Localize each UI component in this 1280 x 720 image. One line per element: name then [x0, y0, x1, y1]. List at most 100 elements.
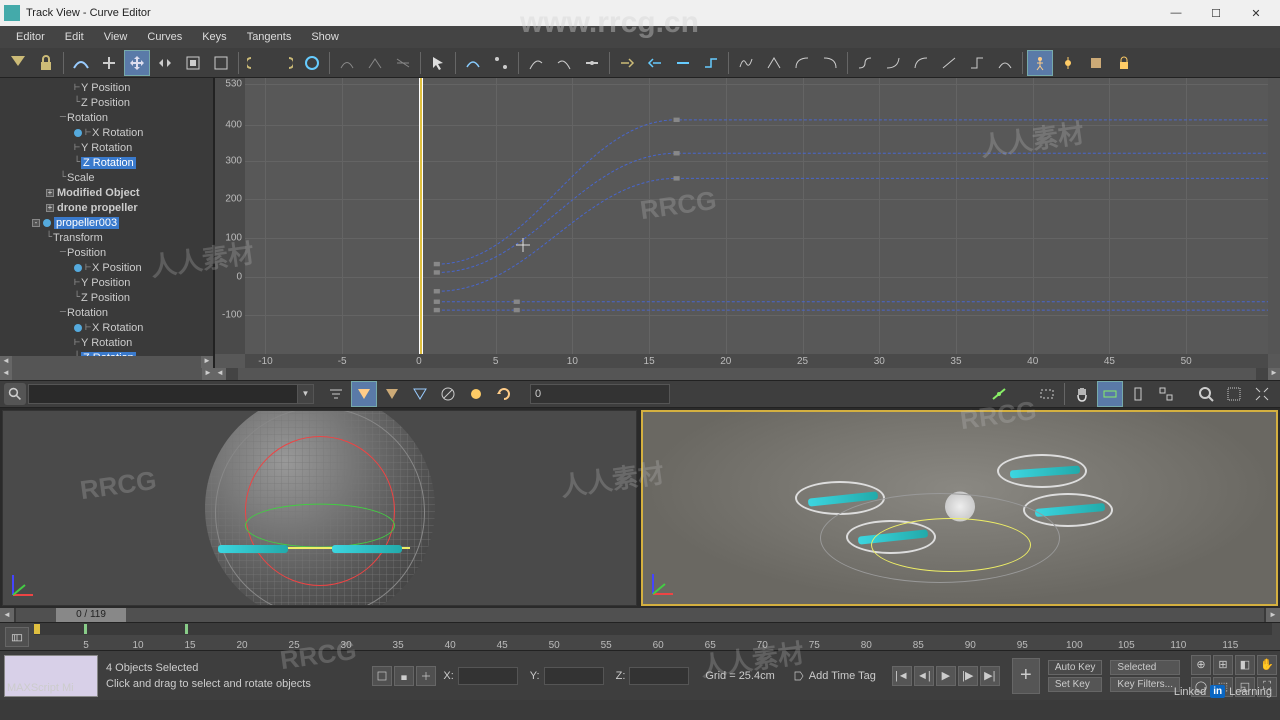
ease-in-icon[interactable]: [880, 50, 906, 76]
pan-icon[interactable]: [1069, 381, 1095, 407]
ease-linear-icon[interactable]: [936, 50, 962, 76]
move-keys-icon[interactable]: [124, 50, 150, 76]
graph-hscroll[interactable]: [238, 368, 1256, 380]
show-buffer-icon[interactable]: [299, 50, 325, 76]
set-in-icon[interactable]: [614, 50, 640, 76]
set-step-icon[interactable]: [698, 50, 724, 76]
menu-show[interactable]: Show: [301, 29, 349, 45]
tree-item[interactable]: ⊢Y Rotation: [0, 335, 213, 350]
time-prev-icon[interactable]: ◄: [0, 608, 14, 622]
auto-key-button[interactable]: Auto Key: [1048, 660, 1103, 675]
show-all-icon[interactable]: [1083, 50, 1109, 76]
y-coord-input[interactable]: [544, 667, 604, 685]
ease-auto-icon[interactable]: [852, 50, 878, 76]
selection-lock-icon[interactable]: [394, 666, 414, 686]
filter-selected-icon[interactable]: [323, 381, 349, 407]
zoom-extents-icon[interactable]: [1221, 381, 1247, 407]
tree-item[interactable]: └Z Position: [0, 290, 213, 305]
set-out-icon[interactable]: [642, 50, 668, 76]
time-next-icon[interactable]: ►: [1266, 608, 1280, 622]
ease-out-icon[interactable]: [908, 50, 934, 76]
menu-edit[interactable]: Edit: [55, 29, 94, 45]
tree-item[interactable]: -propeller003: [0, 215, 213, 230]
reduce-keys-icon[interactable]: [334, 50, 360, 76]
filter-unlocked-icon[interactable]: [435, 381, 461, 407]
tangent-fast-icon[interactable]: [789, 50, 815, 76]
key-filter-selected[interactable]: Selected: [1110, 660, 1180, 675]
tree-item[interactable]: ─Rotation: [0, 305, 213, 320]
show-tangents-icon[interactable]: [986, 381, 1012, 407]
add-time-tag[interactable]: Add Time Tag: [793, 670, 876, 682]
tree-item[interactable]: ─Rotation: [0, 110, 213, 125]
set-key-mode-button[interactable]: Set Key: [1048, 677, 1103, 692]
tree-hscroll[interactable]: ◄►: [0, 356, 213, 368]
controller-tree[interactable]: ⊢Y Position└Z Position─Rotation⊢X Rotati…: [0, 78, 214, 368]
search-icon[interactable]: [4, 383, 26, 405]
prev-frame-icon[interactable]: ◄|: [914, 666, 934, 686]
snap-frames-icon[interactable]: [243, 50, 269, 76]
tree-item[interactable]: └Transform: [0, 230, 213, 245]
search-dropdown[interactable]: ▼: [298, 384, 314, 404]
menu-curves[interactable]: Curves: [137, 29, 192, 45]
isolate-icon[interactable]: [1249, 381, 1275, 407]
time-slider[interactable]: ◄ 0 / 119 ►: [0, 608, 1280, 622]
menu-view[interactable]: View: [94, 29, 138, 45]
show-keyable-icon[interactable]: [1055, 50, 1081, 76]
nav-zoom-icon[interactable]: ⊕: [1191, 655, 1211, 675]
zoom-region-icon[interactable]: [1034, 381, 1060, 407]
tree-item[interactable]: └Z Rotation: [0, 155, 213, 170]
zoom-value-icon[interactable]: [1153, 381, 1179, 407]
tree-item[interactable]: +Modified Object: [0, 185, 213, 200]
filter-keyable-icon[interactable]: [463, 381, 489, 407]
lock-icon[interactable]: [33, 50, 59, 76]
tree-item[interactable]: ⊢Y Rotation: [0, 140, 213, 155]
menu-editor[interactable]: Editor: [6, 29, 55, 45]
tangent-linear-icon[interactable]: [761, 50, 787, 76]
key-value-input[interactable]: [530, 384, 670, 404]
key-filters-button[interactable]: Key Filters...: [1110, 677, 1180, 692]
lock-selection-icon[interactable]: [1111, 50, 1137, 76]
tangent-break-icon[interactable]: [488, 50, 514, 76]
slide-keys-icon[interactable]: [152, 50, 178, 76]
maxscript-listener[interactable]: MAXScript Mi: [4, 655, 98, 697]
set-key-button[interactable]: +: [1012, 658, 1040, 694]
tree-item[interactable]: ⊢Y Position: [0, 80, 213, 95]
tree-item[interactable]: ⊢X Rotation: [0, 320, 213, 335]
filter-active-icon[interactable]: [379, 381, 405, 407]
filter-refresh-icon[interactable]: [491, 381, 517, 407]
zoom-horiz-icon[interactable]: [1097, 381, 1123, 407]
nav-pan-icon[interactable]: ✋: [1257, 655, 1277, 675]
tree-item[interactable]: ─Position: [0, 245, 213, 260]
viewport-right[interactable]: [641, 410, 1278, 606]
graph-vscroll[interactable]: [1268, 78, 1280, 354]
play-icon[interactable]: ▶: [936, 666, 956, 686]
zoom-icon[interactable]: [1193, 381, 1219, 407]
tree-item[interactable]: ⊢Y Position: [0, 275, 213, 290]
tangent-unify-icon[interactable]: [579, 50, 605, 76]
next-frame-icon[interactable]: |▶: [958, 666, 978, 686]
ease-smooth-icon[interactable]: [992, 50, 1018, 76]
zoom-vert-icon[interactable]: [1125, 381, 1151, 407]
key-track[interactable]: [34, 623, 1272, 635]
filter-selected2-icon[interactable]: [407, 381, 433, 407]
edit-ranges-icon[interactable]: [390, 50, 416, 76]
lock-selection-toggle[interactable]: [372, 666, 392, 686]
tree-item[interactable]: +drone propeller: [0, 200, 213, 215]
menu-tangents[interactable]: Tangents: [237, 29, 302, 45]
scale-values-icon[interactable]: [208, 50, 234, 76]
viewport-left[interactable]: [2, 410, 637, 606]
time-config-icon[interactable]: [5, 627, 29, 647]
filter-world-icon[interactable]: [5, 50, 31, 76]
select-icon[interactable]: [425, 50, 451, 76]
tangent-in-icon[interactable]: [523, 50, 549, 76]
tangent-slow-icon[interactable]: [817, 50, 843, 76]
nav-zoomall-icon[interactable]: ⊞: [1213, 655, 1233, 675]
add-keys-icon[interactable]: [96, 50, 122, 76]
name-search-input[interactable]: [28, 384, 298, 404]
tangent-spline-icon[interactable]: [733, 50, 759, 76]
goto-end-icon[interactable]: ▶|: [980, 666, 1000, 686]
absolute-mode-icon[interactable]: [416, 666, 436, 686]
edit-keys-icon[interactable]: [362, 50, 388, 76]
plot-area[interactable]: [245, 78, 1268, 354]
parameter-curve-icon[interactable]: [271, 50, 297, 76]
